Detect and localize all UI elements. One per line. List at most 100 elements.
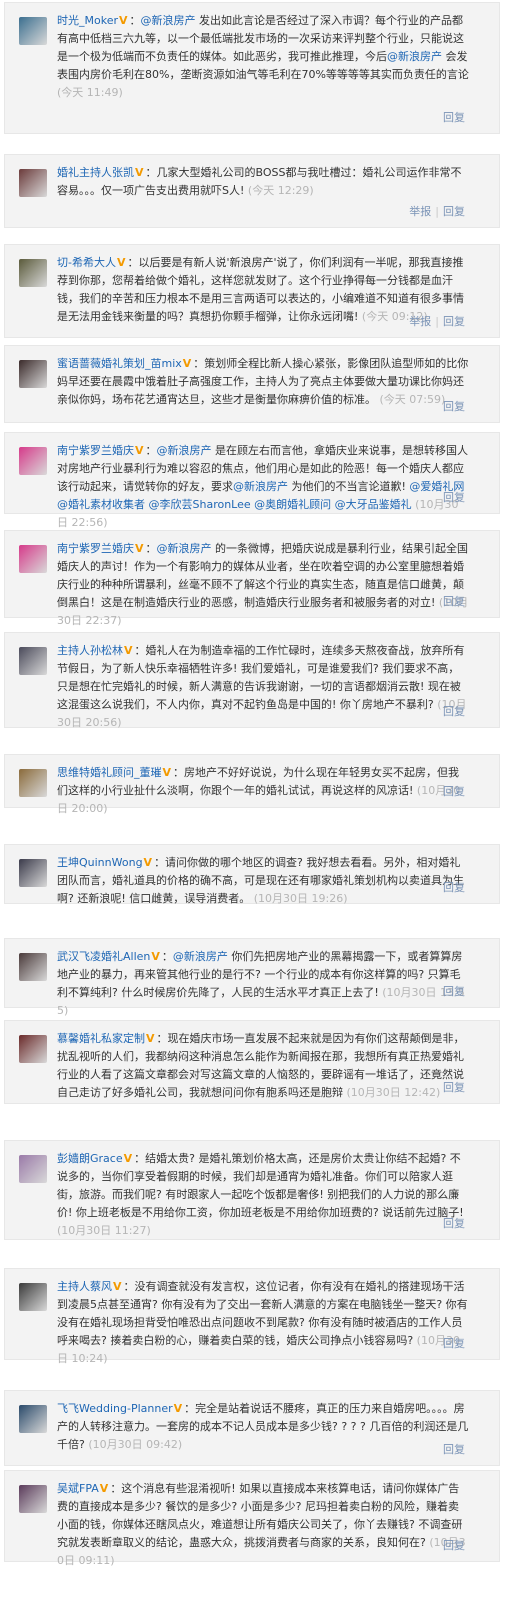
user-avatar[interactable]	[19, 545, 47, 573]
verified-v-icon: V	[146, 1032, 155, 1045]
user-avatar[interactable]	[19, 1485, 47, 1513]
comment-content: 南宁紫罗兰婚庆V ：@新浪房产 是在顾左右而言他，拿婚庆业来说事，是想转移国人对房…	[57, 442, 469, 532]
comment-actions: 回复	[443, 879, 465, 895]
comment-content: 主持人蔡风V ：没有调查就没有发言权，这位记者，你有没有在婚礼的搭建现场干活到凌晨…	[57, 1278, 469, 1368]
verified-v-icon: V	[123, 1152, 133, 1165]
user-avatar[interactable]	[19, 1155, 47, 1183]
user-avatar[interactable]	[19, 647, 47, 675]
comment-content: 思维特婚礼顾问_董璀V ：房地产不好好说说，为什么现在年轻男女买不起房，但我们这样…	[57, 764, 469, 818]
reply-link[interactable]: 回复	[443, 705, 465, 718]
mention-link[interactable]: @奥朗婚礼顾问	[254, 498, 331, 511]
comment-time: (10月30日 09:42)	[84, 1438, 183, 1451]
username-link[interactable]: 吴斌FPA	[57, 1482, 99, 1495]
comment-text-fragment: ：	[145, 444, 157, 457]
reply-link[interactable]: 回复	[443, 985, 465, 998]
reply-link[interactable]: 回复	[443, 881, 465, 894]
mention-link[interactable]: @新浪房产	[233, 480, 288, 493]
comment-content: 武汉飞凌婚礼AllenV ：@新浪房产 你们先把房地产业的黑幕揭露一下，或者算算房…	[57, 948, 469, 1020]
verified-v-icon: V	[173, 1402, 183, 1415]
username-link[interactable]: 武汉飞凌婚礼Allen	[57, 950, 150, 963]
username-link[interactable]: 飞飞Wedding-Planner	[57, 1402, 173, 1415]
reply-link[interactable]: 回复	[443, 491, 465, 504]
username-link[interactable]: 南宁紫罗兰婚庆	[57, 444, 134, 457]
verified-v-icon: V	[162, 766, 172, 779]
comment-item: 主持人蔡风V ：没有调查就没有发言权，这位记者，你有没有在婚礼的搭建现场干活到凌晨…	[4, 1268, 500, 1365]
comment-time: (10月30日 19:26)	[250, 892, 348, 905]
username-link[interactable]: 彭嫱朗Grace	[57, 1152, 123, 1165]
comment-item: 南宁紫罗兰婚庆V ：@新浪房产 是在顾左右而言他，拿婚庆业来说事，是想转移国人对房…	[4, 432, 500, 529]
verified-v-icon: V	[113, 1280, 122, 1293]
user-avatar[interactable]	[19, 1405, 47, 1433]
reply-link[interactable]: 回复	[443, 400, 465, 413]
user-avatar[interactable]	[19, 17, 47, 45]
comment-item: 彭嫱朗GraceV ：结婚太贵? 是婚礼策划价格太高，还是房价太贵让你结不起婚? …	[4, 1140, 500, 1240]
user-avatar[interactable]	[19, 447, 47, 475]
username-link[interactable]: 时光_Moker	[57, 14, 118, 27]
verified-v-icon: V	[135, 542, 144, 555]
user-avatar[interactable]	[19, 259, 47, 287]
comment-item: 慕馨婚礼私家定制V ：现在婚庆市场一直发展不起来就是因为有你们这帮颠倒是非，扰乱视…	[4, 1020, 500, 1104]
reply-link[interactable]: 回复	[443, 111, 465, 124]
reply-link[interactable]: 回复	[443, 785, 465, 798]
reply-link[interactable]: 回复	[443, 1443, 465, 1456]
reply-link[interactable]: 回复	[443, 1081, 465, 1094]
mention-link[interactable]: @新浪房产	[157, 542, 212, 555]
mention-link[interactable]: @新浪房产	[141, 14, 196, 27]
comment-item: 南宁紫罗兰婚庆V ：@新浪房产 的一条微博，把婚庆说成是暴利行业，结果引起全国婚庆…	[4, 530, 500, 627]
comment-content: 切-希希大人V ：以后要是有新人说'新浪房产'说了，你们利润有一半呢，那我直接推荐…	[57, 254, 469, 326]
user-avatar[interactable]	[19, 1283, 47, 1311]
reply-link[interactable]: 回复	[443, 205, 465, 218]
verified-v-icon: V	[124, 644, 133, 657]
username-link[interactable]: 王坤QuinnWong	[57, 856, 143, 869]
reply-link[interactable]: 回复	[443, 1217, 465, 1230]
username-link[interactable]: 主持人孙松林	[57, 644, 123, 657]
mention-link[interactable]: @新浪房产	[173, 950, 228, 963]
mention-link[interactable]: @大牙品鉴婚礼	[335, 498, 412, 511]
comment-text: ：这个消息有些混淆视听! 如果以直接成本来核算电话，请问你媒体广告费的直接成本是…	[57, 1482, 462, 1549]
comment-item: 蜜语蔷薇婚礼策划_苗mixV ：策划师全程比新人操心紧张，影像团队追型师如的比你妈…	[4, 345, 500, 423]
verified-v-icon: V	[119, 14, 128, 27]
username-link[interactable]: 主持人蔡风	[57, 1280, 112, 1293]
username-link[interactable]: 南宁紫罗兰婚庆	[57, 542, 134, 555]
comment-content: 飞飞Wedding-PlannerV ：完全是站着说话不腰疼，真正的压力来自婚房吧…	[57, 1400, 469, 1454]
comment-content: 彭嫱朗GraceV ：结婚太贵? 是婚礼策划价格太高，还是房价太贵让你结不起婚? …	[57, 1150, 469, 1240]
comment-actions: 回复	[443, 983, 465, 999]
verified-v-icon: V	[116, 256, 126, 269]
user-avatar[interactable]	[19, 169, 47, 197]
reply-link[interactable]: 回复	[443, 595, 465, 608]
user-avatar[interactable]	[19, 360, 47, 388]
user-avatar[interactable]	[19, 859, 47, 887]
report-link[interactable]: 举报	[409, 205, 431, 218]
username-link[interactable]: 切-希希大人	[57, 256, 116, 269]
comment-text-fragment: ：	[145, 542, 157, 555]
user-avatar[interactable]	[19, 1035, 47, 1063]
username-link[interactable]: 慕馨婚礼私家定制	[57, 1032, 145, 1045]
user-avatar[interactable]	[19, 769, 47, 797]
reply-link[interactable]: 回复	[443, 1337, 465, 1350]
username-link[interactable]: 蜜语蔷薇婚礼策划_苗mix	[57, 357, 182, 370]
comment-actions: 回复	[443, 1441, 465, 1457]
comment-text-fragment: 为他们的不当言论道歉!	[288, 480, 410, 493]
mention-link[interactable]: @新浪房产	[387, 50, 442, 63]
comment-actions: 回复	[443, 489, 465, 505]
mention-link[interactable]: @婚礼素材收集者	[57, 498, 145, 511]
comment-item: 思维特婚礼顾问_董璀V ：房地产不好好说说，为什么现在年轻男女买不起房，但我们这样…	[4, 754, 500, 815]
comment-actions: 回复	[443, 1215, 465, 1231]
mention-link[interactable]: @新浪房产	[157, 444, 212, 457]
reply-link[interactable]: 回复	[443, 315, 465, 328]
mention-link[interactable]: @李欣芸SharonLee	[149, 498, 251, 511]
reply-link[interactable]: 回复	[443, 1539, 465, 1552]
comment-time: (今天 12:29)	[244, 184, 314, 197]
comment-actions: 回复	[443, 593, 465, 609]
report-link[interactable]: 举报	[409, 315, 431, 328]
comment-actions: 举报 | 回复	[409, 203, 465, 219]
comment-text-fragment: ：	[161, 950, 173, 963]
username-link[interactable]: 婚礼主持人张凯	[57, 166, 134, 179]
username-link[interactable]: 思维特婚礼顾问_董璀	[57, 766, 162, 779]
comment-item: 王坤QuinnWongV ：请问你做的哪个地区的调查? 我好想去看看。另外，相对婚…	[4, 844, 500, 905]
user-avatar[interactable]	[19, 953, 47, 981]
comment-content: 吴斌FPAV ：这个消息有些混淆视听! 如果以直接成本来核算电话，请问你媒体广告费…	[57, 1480, 469, 1570]
comment-content: 王坤QuinnWongV ：请问你做的哪个地区的调查? 我好想去看看。另外，相对婚…	[57, 854, 469, 908]
comment-time: (10月30日 12:42)	[343, 1086, 441, 1099]
comment-actions: 回复	[443, 1079, 465, 1095]
